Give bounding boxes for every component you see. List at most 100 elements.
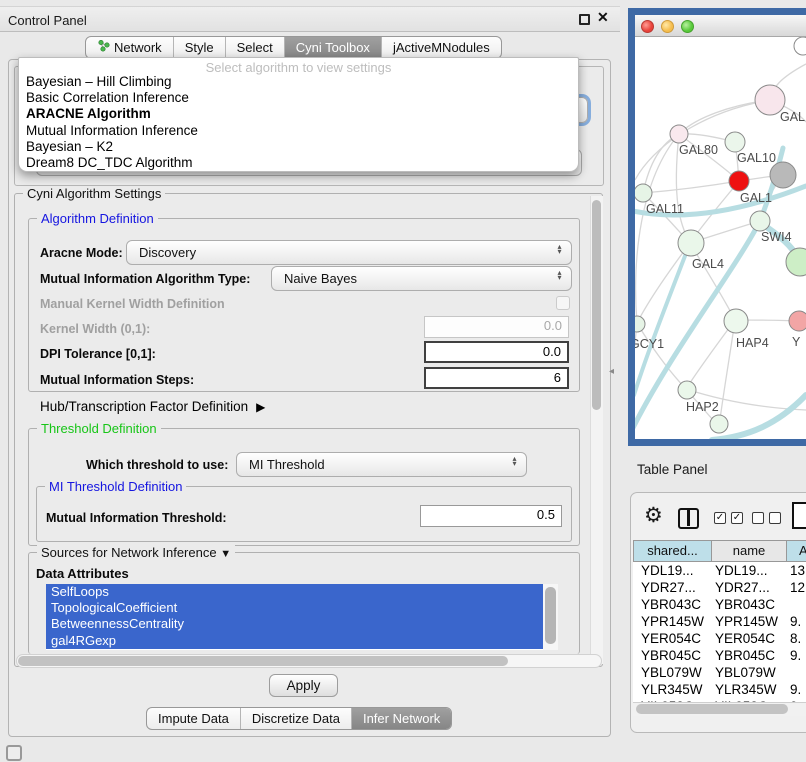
mi-steps-field[interactable]: 6 — [424, 367, 569, 389]
manual-kernel-label: Manual Kernel Width Definition — [40, 297, 225, 311]
dropdown-item[interactable]: Basic Correlation Inference — [19, 90, 578, 106]
data-attributes-label: Data Attributes — [36, 566, 129, 581]
network-node-y[interactable] — [789, 311, 806, 331]
data-attributes-list: SelfLoopsTopologicalCoefficientBetweenne… — [46, 584, 558, 650]
sources-group-title[interactable]: Sources for Network Inference ▼ — [37, 545, 235, 560]
dpi-tolerance-field[interactable]: 0.0 — [424, 341, 569, 363]
dropdown-item[interactable]: Mutual Information Inference — [19, 123, 578, 139]
tab-impute-data[interactable]: Impute Data — [147, 708, 240, 729]
tab-select[interactable]: Select — [225, 37, 284, 58]
network-node-gal4[interactable] — [678, 230, 704, 256]
table-row[interactable]: YPR145WYPR145W9. — [633, 613, 806, 630]
aracne-mode-combobox[interactable]: Discovery ▴▾ — [126, 240, 572, 265]
apply-button[interactable]: Apply — [269, 674, 338, 697]
table-row[interactable]: YDL19...YDL19...13 — [633, 562, 806, 579]
combo-stepper-icon: ▴▾ — [510, 456, 519, 466]
network-node-gal1[interactable] — [729, 171, 749, 191]
hub-definition-expander[interactable]: Hub/Transcription Factor Definition ▶ — [40, 399, 265, 414]
node-label: GAL11 — [646, 202, 684, 216]
table-panel-title: Table Panel — [637, 462, 708, 477]
network-node-gal11[interactable] — [635, 184, 652, 202]
threshold-definition-title: Threshold Definition — [37, 421, 161, 436]
mi-steps-label: Mutual Information Steps: — [40, 373, 194, 387]
table-row[interactable]: YBL079WYBL079W — [633, 664, 806, 681]
tab-infer-network[interactable]: Infer Network — [351, 708, 451, 729]
mi-threshold-group-title: MI Threshold Definition — [45, 479, 186, 494]
show-columns-icon[interactable] — [678, 508, 699, 529]
attribute-list-item[interactable]: SelfLoops — [46, 584, 558, 600]
app-root: Control Panel ✕ NetworkStyleSelectCyni T… — [0, 0, 806, 762]
tab-cyni-toolbox[interactable]: Cyni Toolbox — [284, 37, 381, 58]
deselect-all-checkboxes-icon[interactable] — [752, 512, 781, 524]
panel-splitter-collapse-icon[interactable]: ◂ — [609, 366, 614, 377]
zoom-traffic-light-icon[interactable] — [681, 20, 694, 33]
cyni-bottom-tabs: Impute DataDiscretize DataInfer Network — [146, 707, 452, 730]
control-panel-title: Control Panel — [8, 13, 87, 28]
export-table-icon[interactable] — [792, 502, 806, 529]
network-node[interactable] — [770, 162, 796, 188]
expand-right-icon: ▶ — [256, 400, 265, 414]
table-row[interactable]: YDR27...YDR27...12 — [633, 579, 806, 596]
kernel-width-label: Kernel Width (0,1): — [40, 322, 150, 336]
table-row[interactable]: YBR043CYBR043C — [633, 596, 806, 613]
mi-threshold-field[interactable]: 0.5 — [420, 505, 562, 527]
settings-vertical-scrollbar-thumb[interactable] — [592, 200, 601, 410]
network-node[interactable] — [794, 37, 806, 55]
table-horizontal-scrollbar-thumb[interactable] — [636, 704, 788, 714]
close-icon[interactable]: ✕ — [597, 9, 609, 26]
close-traffic-light-icon[interactable] — [641, 20, 654, 33]
network-node-hap2[interactable] — [678, 381, 696, 399]
column-header-shared-name[interactable]: shared... — [633, 540, 712, 562]
float-window-icon[interactable] — [579, 14, 590, 25]
network-node-gal10[interactable] — [725, 132, 745, 152]
node-label: GCY1 — [635, 337, 664, 351]
network-node-hap4[interactable] — [724, 309, 748, 333]
mi-threshold-label: Mutual Information Threshold: — [46, 511, 227, 525]
column-header-name[interactable]: name — [711, 540, 787, 562]
tab-style[interactable]: Style — [173, 37, 225, 58]
which-threshold-label: Which threshold to use: — [86, 458, 228, 472]
cyni-settings-title: Cyni Algorithm Settings — [23, 186, 165, 201]
restore-panel-icon[interactable] — [6, 745, 22, 761]
tab-jactivemnodules[interactable]: jActiveMNodules — [381, 37, 501, 58]
kernel-width-field[interactable]: 0.0 — [424, 316, 569, 338]
table-row[interactable]: YLR345WYLR345W9. — [633, 681, 806, 698]
control-panel-titlebar: Control Panel — [0, 6, 620, 32]
attribute-list-item[interactable]: gal4RGexp — [46, 633, 558, 649]
network-node-gcy1[interactable] — [635, 316, 645, 332]
minimize-traffic-light-icon[interactable] — [661, 20, 674, 33]
dropdown-item[interactable]: Bayesian – Hill Climbing — [19, 74, 578, 90]
which-threshold-combobox[interactable]: MI Threshold ▴▾ — [236, 452, 527, 477]
dropdown-placeholder: Select algorithm to view settings — [19, 58, 578, 74]
hub-definition-label: Hub/Transcription Factor Definition — [40, 399, 248, 414]
collapse-down-icon: ▼ — [220, 548, 231, 560]
mi-type-combobox[interactable]: Naive Bayes ▴▾ — [271, 266, 572, 291]
manual-kernel-checkbox[interactable] — [556, 296, 570, 310]
network-node[interactable] — [710, 415, 728, 433]
tab-network[interactable]: Network — [86, 37, 173, 58]
attribute-list-item[interactable]: BetweennessCentrality — [46, 616, 558, 632]
select-all-checkboxes-icon[interactable]: ✓✓ — [714, 512, 743, 524]
node-label: GAL80 — [679, 143, 718, 157]
aracne-mode-value: Discovery — [139, 245, 196, 260]
combo-stepper-icon: ▴▾ — [555, 244, 564, 254]
attribute-list-item[interactable]: TopologicalCoefficient — [46, 600, 558, 616]
tab-discretize-data[interactable]: Discretize Data — [240, 708, 351, 729]
dropdown-item[interactable]: ARACNE Algorithm — [19, 106, 578, 122]
node-label: HAP2 — [686, 400, 719, 414]
column-header-clipped[interactable]: A — [786, 540, 806, 562]
combo-stepper-icon: ▴▾ — [555, 270, 564, 280]
attr-list-scrollbar-thumb[interactable] — [545, 587, 556, 644]
network-node-swi4[interactable] — [750, 211, 770, 231]
node-label: SWI4 — [761, 230, 792, 244]
table-row[interactable]: YBR045CYBR045C9. — [633, 647, 806, 664]
network-node-gal80[interactable] — [670, 125, 688, 143]
dropdown-item[interactable]: Dream8 DC_TDC Algorithm — [19, 155, 578, 171]
network-node[interactable] — [786, 248, 806, 276]
table-rows: YDL19...YDL19...13YDR27...YDR27...12YBR0… — [633, 562, 806, 702]
settings-horizontal-scrollbar-thumb[interactable] — [18, 656, 508, 666]
network-canvas[interactable]: GALGAL80GAL10GAL1GAL11SWI4GAL4GCY1HAP4YH… — [635, 37, 806, 439]
dropdown-item[interactable]: Bayesian – K2 — [19, 139, 578, 155]
table-row[interactable]: YER054CYER054C8. — [633, 630, 806, 647]
gear-icon[interactable]: ⚙ — [644, 504, 663, 528]
